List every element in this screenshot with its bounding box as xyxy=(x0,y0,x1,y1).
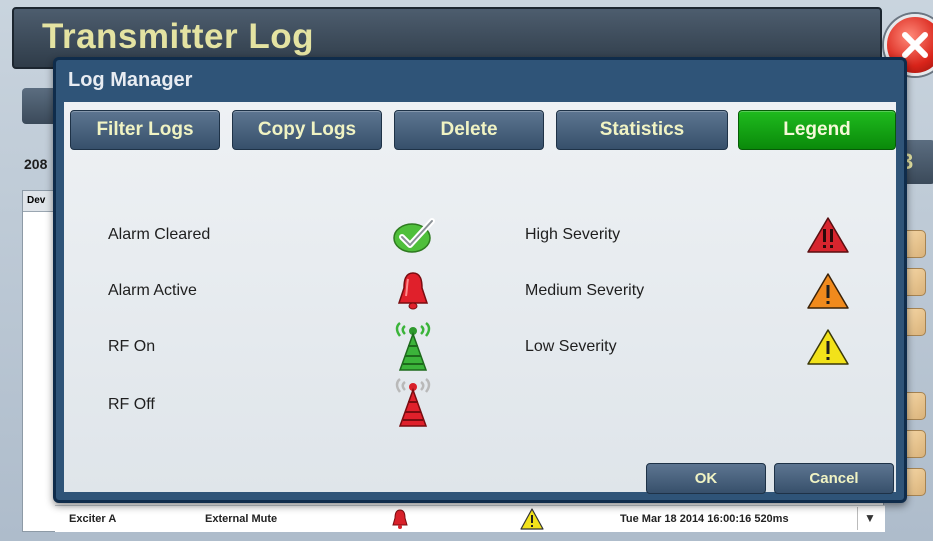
low-severity-icon xyxy=(520,508,544,533)
scroll-down-button[interactable]: ▼ xyxy=(857,507,882,530)
tab-legend[interactable]: Legend xyxy=(738,110,896,150)
window-title: Transmitter Log xyxy=(42,17,314,56)
legend-rf-on-label: RF On xyxy=(108,338,156,355)
legend-medium-severity-label: Medium Severity xyxy=(525,282,645,299)
tab-copy-logs[interactable]: Copy Logs xyxy=(232,110,382,150)
checkmark-icon xyxy=(390,215,438,260)
yellow-warning-icon xyxy=(806,328,850,371)
alarm-active-icon xyxy=(389,508,411,533)
legend-alarm-active-label: Alarm Active xyxy=(108,282,197,299)
dialog-tabs: Filter Logs Copy Logs Delete Statistics … xyxy=(70,110,896,150)
red-bell-icon xyxy=(393,270,433,317)
log-count: 208 xyxy=(24,156,48,172)
row-device: Exciter A xyxy=(69,513,117,525)
rf-tower-green-icon xyxy=(390,322,436,377)
legend-high-severity-label: High Severity xyxy=(525,226,621,243)
rf-tower-red-icon xyxy=(390,378,436,433)
legend-alarm-cleared-label: Alarm Cleared xyxy=(108,226,211,243)
orange-warning-icon xyxy=(806,272,850,315)
ok-button[interactable]: OK xyxy=(646,463,766,494)
tab-statistics[interactable]: Statistics xyxy=(556,110,728,150)
row-timestamp: Tue Mar 18 2014 16:00:16 520ms xyxy=(620,513,789,525)
row-event: External Mute xyxy=(205,513,278,525)
tab-delete[interactable]: Delete xyxy=(394,110,544,150)
dialog-title: Log Manager xyxy=(68,69,193,91)
red-warning-icon xyxy=(806,216,850,259)
log-manager-dialog: Log Manager Filter Logs Copy Logs Delete… xyxy=(53,57,907,503)
legend-rf-off-label: RF Off xyxy=(108,396,155,413)
table-row[interactable]: Exciter A External Mute Tue Mar 18 2014 … xyxy=(55,505,885,532)
cancel-button[interactable]: Cancel xyxy=(774,463,894,494)
tab-filter-logs[interactable]: Filter Logs xyxy=(70,110,220,150)
column-header-device: Dev xyxy=(27,195,46,206)
legend-low-severity-label: Low Severity xyxy=(525,338,617,355)
